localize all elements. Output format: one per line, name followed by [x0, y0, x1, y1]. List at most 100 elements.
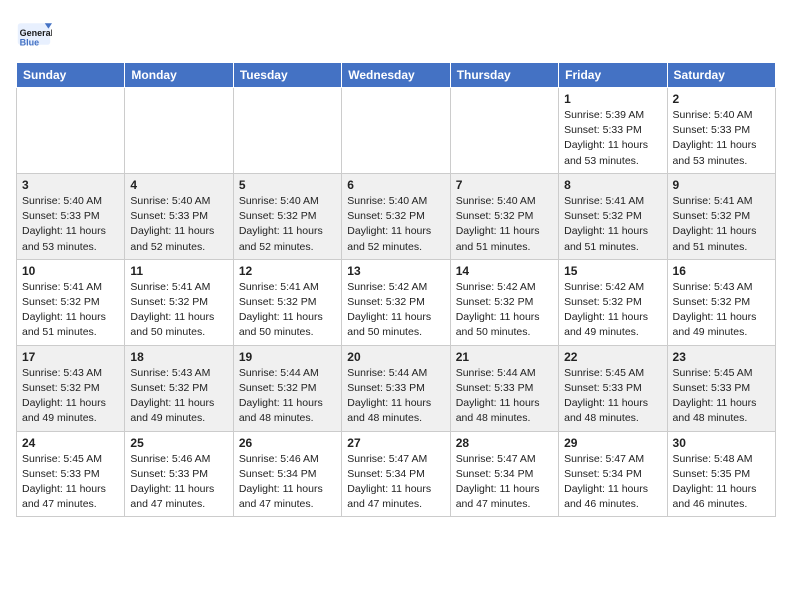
day-info: Sunrise: 5:45 AM Sunset: 5:33 PM Dayligh…	[673, 366, 770, 427]
day-info: Sunrise: 5:42 AM Sunset: 5:32 PM Dayligh…	[564, 280, 661, 341]
calendar-cell: 23Sunrise: 5:45 AM Sunset: 5:33 PM Dayli…	[667, 345, 775, 431]
day-number: 28	[456, 436, 553, 450]
day-number: 17	[22, 350, 119, 364]
day-number: 15	[564, 264, 661, 278]
page-header: General Blue	[16, 16, 776, 52]
day-info: Sunrise: 5:48 AM Sunset: 5:35 PM Dayligh…	[673, 452, 770, 513]
calendar-cell: 19Sunrise: 5:44 AM Sunset: 5:32 PM Dayli…	[233, 345, 341, 431]
calendar-cell: 3 Sunrise: 5:40 AM Sunset: 5:33 PM Daylig…	[17, 173, 125, 259]
calendar-cell: 15 Sunrise: 5:42 AM Sunset: 5:32 PM Dayli…	[559, 259, 667, 345]
day-info: Sunrise: 5:45 AM Sunset: 5:33 PM Dayligh…	[22, 452, 119, 513]
day-info: Sunrise: 5:47 AM Sunset: 5:34 PM Dayligh…	[564, 452, 661, 513]
week-row-5: 24 Sunrise: 5:45 AM Sunset: 5:33 PM Dayli…	[17, 431, 776, 517]
day-info: Sunrise: 5:40 AM Sunset: 5:33 PM Dayligh…	[673, 108, 770, 169]
calendar-cell: 7 Sunrise: 5:40 AM Sunset: 5:32 PM Daylig…	[450, 173, 558, 259]
calendar-cell: 17 Sunrise: 5:43 AM Sunset: 5:32 PM Dayli…	[17, 345, 125, 431]
day-info: Sunrise: 5:46 AM Sunset: 5:33 PM Dayligh…	[130, 452, 227, 513]
day-number: 24	[22, 436, 119, 450]
calendar-cell: 8 Sunrise: 5:41 AM Sunset: 5:32 PM Daylig…	[559, 173, 667, 259]
day-info: Sunrise: 5:40 AM Sunset: 5:33 PM Dayligh…	[22, 194, 119, 255]
calendar-cell	[450, 88, 558, 174]
day-number: 8	[564, 178, 661, 192]
svg-text:Blue: Blue	[20, 38, 40, 48]
day-info: Sunrise: 5:47 AM Sunset: 5:34 PM Dayligh…	[456, 452, 553, 513]
day-info: Sunrise: 5:40 AM Sunset: 5:32 PM Dayligh…	[456, 194, 553, 255]
calendar-cell: 22 Sunrise: 5:45 AM Sunset: 5:33 PM Dayli…	[559, 345, 667, 431]
calendar-cell: 16Sunrise: 5:43 AM Sunset: 5:32 PM Dayli…	[667, 259, 775, 345]
weekday-header-saturday: Saturday	[667, 63, 775, 88]
calendar-cell	[342, 88, 450, 174]
day-info: Sunrise: 5:46 AM Sunset: 5:34 PM Dayligh…	[239, 452, 336, 513]
day-number: 7	[456, 178, 553, 192]
calendar-cell	[125, 88, 233, 174]
weekday-header-monday: Monday	[125, 63, 233, 88]
day-number: 30	[673, 436, 770, 450]
day-info: Sunrise: 5:41 AM Sunset: 5:32 PM Dayligh…	[673, 194, 770, 255]
calendar-cell: 24 Sunrise: 5:45 AM Sunset: 5:33 PM Dayli…	[17, 431, 125, 517]
day-info: Sunrise: 5:47 AM Sunset: 5:34 PM Dayligh…	[347, 452, 444, 513]
day-number: 4	[130, 178, 227, 192]
day-info: Sunrise: 5:41 AM Sunset: 5:32 PM Dayligh…	[130, 280, 227, 341]
day-number: 3	[22, 178, 119, 192]
day-number: 25	[130, 436, 227, 450]
day-info: Sunrise: 5:41 AM Sunset: 5:32 PM Dayligh…	[22, 280, 119, 341]
calendar-cell: 30 Sunrise: 5:48 AM Sunset: 5:35 PM Dayli…	[667, 431, 775, 517]
day-info: Sunrise: 5:44 AM Sunset: 5:33 PM Dayligh…	[347, 366, 444, 427]
calendar-cell: 21Sunrise: 5:44 AM Sunset: 5:33 PM Dayli…	[450, 345, 558, 431]
day-info: Sunrise: 5:44 AM Sunset: 5:32 PM Dayligh…	[239, 366, 336, 427]
weekday-header-friday: Friday	[559, 63, 667, 88]
logo: General Blue	[16, 16, 52, 52]
day-info: Sunrise: 5:43 AM Sunset: 5:32 PM Dayligh…	[673, 280, 770, 341]
calendar-cell: 6 Sunrise: 5:40 AM Sunset: 5:32 PM Daylig…	[342, 173, 450, 259]
day-number: 29	[564, 436, 661, 450]
day-number: 6	[347, 178, 444, 192]
day-number: 12	[239, 264, 336, 278]
day-number: 22	[564, 350, 661, 364]
day-info: Sunrise: 5:39 AM Sunset: 5:33 PM Dayligh…	[564, 108, 661, 169]
weekday-header-thursday: Thursday	[450, 63, 558, 88]
calendar-cell: 12Sunrise: 5:41 AM Sunset: 5:32 PM Dayli…	[233, 259, 341, 345]
day-number: 18	[130, 350, 227, 364]
day-number: 1	[564, 92, 661, 106]
weekday-header-sunday: Sunday	[17, 63, 125, 88]
svg-text:General: General	[20, 28, 52, 38]
calendar-cell: 1 Sunrise: 5:39 AM Sunset: 5:33 PM Daylig…	[559, 88, 667, 174]
calendar-cell: 25 Sunrise: 5:46 AM Sunset: 5:33 PM Dayli…	[125, 431, 233, 517]
day-number: 13	[347, 264, 444, 278]
day-info: Sunrise: 5:44 AM Sunset: 5:33 PM Dayligh…	[456, 366, 553, 427]
weekday-header-row: SundayMondayTuesdayWednesdayThursdayFrid…	[17, 63, 776, 88]
day-info: Sunrise: 5:41 AM Sunset: 5:32 PM Dayligh…	[564, 194, 661, 255]
day-number: 11	[130, 264, 227, 278]
calendar-cell: 20Sunrise: 5:44 AM Sunset: 5:33 PM Dayli…	[342, 345, 450, 431]
week-row-4: 17 Sunrise: 5:43 AM Sunset: 5:32 PM Dayli…	[17, 345, 776, 431]
calendar-cell: 27 Sunrise: 5:47 AM Sunset: 5:34 PM Dayli…	[342, 431, 450, 517]
day-info: Sunrise: 5:45 AM Sunset: 5:33 PM Dayligh…	[564, 366, 661, 427]
day-info: Sunrise: 5:42 AM Sunset: 5:32 PM Dayligh…	[456, 280, 553, 341]
calendar-cell: 2 Sunrise: 5:40 AM Sunset: 5:33 PM Daylig…	[667, 88, 775, 174]
calendar-cell: 9 Sunrise: 5:41 AM Sunset: 5:32 PM Daylig…	[667, 173, 775, 259]
day-info: Sunrise: 5:42 AM Sunset: 5:32 PM Dayligh…	[347, 280, 444, 341]
day-number: 27	[347, 436, 444, 450]
day-number: 5	[239, 178, 336, 192]
calendar-cell: 11 Sunrise: 5:41 AM Sunset: 5:32 PM Dayli…	[125, 259, 233, 345]
calendar-cell: 4 Sunrise: 5:40 AM Sunset: 5:33 PM Daylig…	[125, 173, 233, 259]
calendar-cell: 29 Sunrise: 5:47 AM Sunset: 5:34 PM Dayli…	[559, 431, 667, 517]
calendar-table: SundayMondayTuesdayWednesdayThursdayFrid…	[16, 62, 776, 517]
day-info: Sunrise: 5:43 AM Sunset: 5:32 PM Dayligh…	[22, 366, 119, 427]
logo-icon: General Blue	[16, 16, 52, 52]
week-row-2: 3 Sunrise: 5:40 AM Sunset: 5:33 PM Daylig…	[17, 173, 776, 259]
weekday-header-wednesday: Wednesday	[342, 63, 450, 88]
calendar-cell: 18 Sunrise: 5:43 AM Sunset: 5:32 PM Dayli…	[125, 345, 233, 431]
calendar-cell: 5 Sunrise: 5:40 AM Sunset: 5:32 PM Daylig…	[233, 173, 341, 259]
day-number: 9	[673, 178, 770, 192]
day-number: 14	[456, 264, 553, 278]
day-info: Sunrise: 5:40 AM Sunset: 5:33 PM Dayligh…	[130, 194, 227, 255]
weekday-header-tuesday: Tuesday	[233, 63, 341, 88]
calendar-cell: 14 Sunrise: 5:42 AM Sunset: 5:32 PM Dayli…	[450, 259, 558, 345]
day-number: 2	[673, 92, 770, 106]
day-info: Sunrise: 5:40 AM Sunset: 5:32 PM Dayligh…	[347, 194, 444, 255]
day-info: Sunrise: 5:40 AM Sunset: 5:32 PM Dayligh…	[239, 194, 336, 255]
day-info: Sunrise: 5:43 AM Sunset: 5:32 PM Dayligh…	[130, 366, 227, 427]
calendar-cell	[17, 88, 125, 174]
day-number: 10	[22, 264, 119, 278]
